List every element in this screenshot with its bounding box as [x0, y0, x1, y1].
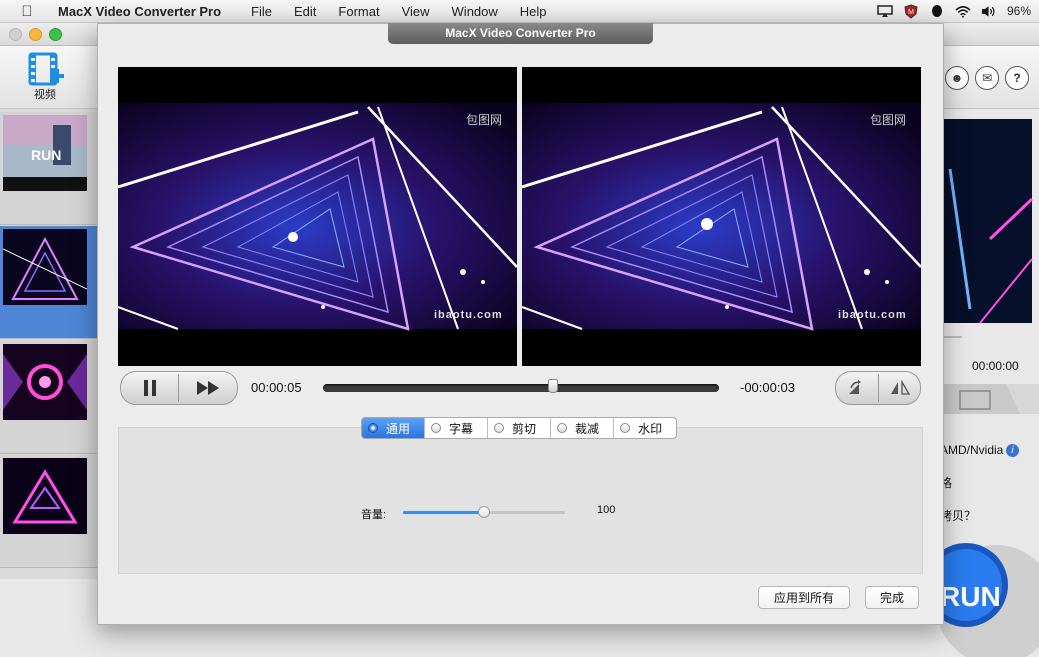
close-button[interactable]: [9, 28, 22, 41]
rotate-icon: [849, 380, 861, 394]
film-add-icon: [26, 52, 64, 86]
volume-slider-fill: [403, 511, 484, 514]
volume-slider-thumb[interactable]: [478, 506, 490, 518]
seek-knob[interactable]: [547, 379, 558, 393]
menu-view[interactable]: View: [402, 4, 430, 19]
radio-icon: [431, 423, 442, 433]
menu-help[interactable]: Help: [520, 4, 547, 19]
play-controls-group: [120, 371, 238, 405]
remaining-time: -00:00:03: [740, 380, 795, 395]
hw-accel-label: AMD/Nvidia: [940, 443, 1004, 457]
right-panel: 00:00:00 AMD/Nvidia i 格 拷贝？ RUN: [940, 109, 1039, 657]
tab-watermark[interactable]: 水印: [614, 418, 676, 438]
flip-icon: [891, 380, 910, 395]
pause-icon: [143, 380, 156, 396]
watermark-text: 包图网: [466, 113, 503, 127]
zoom-button[interactable]: [49, 28, 62, 41]
edit-dialog: MacX Video Converter Pro 包图网 ibaotu.com …: [97, 23, 944, 625]
menubar:  MacX Video Converter Pro File Edit For…: [0, 0, 1039, 23]
user-icon[interactable]: ☻: [945, 66, 969, 90]
status-area: M 96%: [877, 0, 1031, 22]
list-item-selected[interactable]: [0, 226, 97, 339]
volume-value: 100: [597, 504, 616, 516]
menu-edit[interactable]: Edit: [294, 4, 316, 19]
thumbnail: [3, 458, 87, 534]
flip-button[interactable]: [879, 372, 921, 404]
thumbnail: [3, 229, 87, 305]
video-preview-original: 包图网 ibaotu.com: [118, 67, 517, 366]
tab-label: 水印: [638, 421, 663, 436]
rotate-controls-group: [835, 371, 921, 405]
thumbnail: RUN: [3, 115, 87, 191]
tab-label: 通用: [386, 421, 411, 436]
fast-forward-button[interactable]: [179, 372, 236, 404]
volume-icon[interactable]: [981, 4, 997, 18]
help-icon[interactable]: ?: [1005, 66, 1029, 90]
info-icon[interactable]: i: [1006, 444, 1019, 457]
tab-trim[interactable]: 剪切: [488, 418, 552, 438]
list-item[interactable]: [0, 341, 97, 454]
mail-icon[interactable]: ✉: [975, 66, 999, 90]
radio-icon: [557, 423, 568, 433]
dialog-title: MacX Video Converter Pro: [388, 23, 653, 44]
fast-forward-icon: [196, 381, 219, 395]
thumbnail: [3, 344, 87, 420]
tab-general[interactable]: 通用: [362, 418, 426, 438]
tab-label: 裁减: [575, 421, 600, 436]
menu-file[interactable]: File: [251, 4, 272, 19]
rotate-button[interactable]: [836, 372, 878, 404]
seek-bar[interactable]: [323, 384, 719, 392]
minimize-button[interactable]: [29, 28, 42, 41]
tab-crop[interactable]: 裁减: [551, 418, 615, 438]
elapsed-time: 00:00:05: [251, 380, 302, 395]
svg-text:M: M: [908, 9, 914, 16]
app-menu[interactable]: MacX Video Converter Pro: [58, 4, 221, 19]
run-button[interactable]: RUN: [940, 581, 1001, 613]
add-video-label: 视频: [34, 89, 56, 101]
video-preview-output: 包图网 ibaotu.com: [522, 67, 921, 366]
watermark-url: ibaotu.com: [838, 309, 907, 321]
menu-format[interactable]: Format: [338, 4, 379, 19]
pause-button[interactable]: [121, 372, 178, 404]
add-video-button[interactable]: 视频: [20, 52, 70, 102]
volume-slider[interactable]: [403, 506, 565, 518]
settings-panel: [118, 427, 923, 574]
radio-icon: [368, 423, 378, 433]
top-right-buttons: ☻ ✉ ?: [945, 66, 1029, 90]
list-item[interactable]: [0, 455, 97, 568]
tab-subtitles[interactable]: 字幕: [425, 418, 489, 438]
video-list: RUN: [0, 109, 97, 579]
apple-menu-icon[interactable]: : [18, 3, 36, 20]
tab-label: 剪切: [512, 421, 537, 436]
list-item[interactable]: RUN: [0, 112, 97, 225]
battery-percent: 96%: [1006, 4, 1031, 18]
settings-tabs: 通用 字幕 剪切 裁减 水印: [361, 417, 678, 439]
radio-icon: [494, 423, 505, 433]
right-time: 00:00:00: [972, 359, 1019, 373]
watermark-url: ibaotu.com: [434, 309, 503, 321]
apply-all-button[interactable]: 应用到所有: [758, 586, 850, 609]
playback-controls: 00:00:05 -00:00:03: [118, 369, 923, 407]
tab-label: 字幕: [449, 421, 474, 436]
right-label-3: 拷贝？: [940, 509, 977, 523]
radio-icon: [620, 423, 631, 433]
volume-label: 音量:: [361, 509, 387, 521]
watermark-text: 包图网: [870, 113, 907, 127]
thumbnail-label: RUN: [31, 147, 61, 163]
airplay-icon[interactable]: [877, 4, 893, 18]
menu-window[interactable]: Window: [452, 4, 498, 19]
done-button[interactable]: 完成: [865, 586, 919, 609]
qq-icon[interactable]: [929, 4, 945, 18]
wifi-icon[interactable]: [955, 4, 971, 18]
shield-icon[interactable]: M: [903, 3, 919, 19]
